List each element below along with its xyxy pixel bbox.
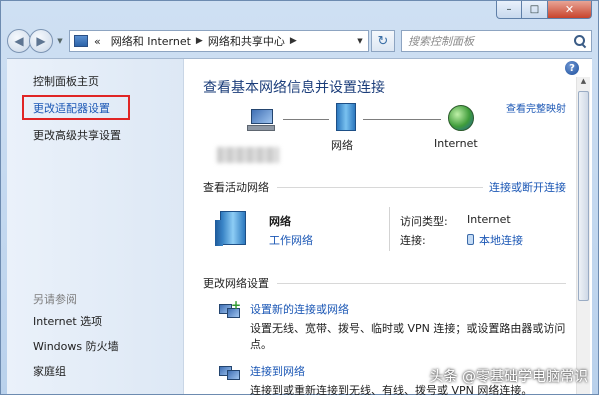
address-bar[interactable]: « 网络和 Internet ▶ 网络和共享中心 ▶ ▼ (69, 30, 369, 52)
forward-arrow-icon: ▶ (36, 34, 46, 48)
task-new-connection: + 设置新的连接或网络 设置无线、宽带、拨号、临时或 VPN 连接；或设置路由器… (203, 298, 566, 353)
search-input[interactable]: 搜索控制面板 (401, 30, 592, 52)
see-also-list: Internet 选项 Windows 防火墙 家庭组 (33, 313, 119, 388)
search-placeholder: 搜索控制面板 (408, 35, 474, 48)
sidebar: 控制面板主页 更改适配器设置 更改高级共享设置 另请参阅 Internet 选项… (7, 59, 184, 394)
search-icon[interactable] (574, 35, 586, 47)
caption-buttons: – □ ✕ (496, 1, 592, 19)
local-connection-icon (467, 234, 474, 245)
address-overflow[interactable]: « (94, 35, 101, 48)
forward-button[interactable]: ▶ (29, 29, 53, 53)
maximize-button[interactable]: □ (522, 1, 548, 19)
main-panel: ? ▲ 查看基本网络信息并设置连接 查看完整映射 网络 Internet 查看活… (184, 59, 592, 395)
recent-pages-dropdown[interactable]: ▼ (55, 37, 65, 45)
local-connection-link[interactable]: 本地连接 (479, 234, 523, 247)
active-networks-header: 查看活动网络 连接或断开连接 (203, 179, 566, 195)
page-title: 查看基本网络信息并设置连接 (203, 80, 385, 96)
connections-label: 连接: (400, 234, 426, 247)
connect-network-icon (219, 363, 241, 381)
scroll-thumb[interactable] (578, 91, 589, 301)
back-arrow-icon: ◀ (14, 34, 24, 48)
back-button[interactable]: ◀ (7, 29, 31, 53)
address-dropdown-button[interactable]: ▼ (352, 31, 368, 51)
new-connection-link[interactable]: 设置新的连接或网络 (250, 301, 566, 317)
change-settings-header: 更改网络设置 (203, 275, 566, 291)
scroll-up-icon[interactable]: ▲ (577, 77, 590, 90)
watermark: 头条 @零基础学电脑常识 (429, 369, 588, 385)
breadcrumb-sharing-center[interactable]: 网络和共享中心 (208, 33, 285, 49)
breadcrumb-separator-icon[interactable]: ▶ (290, 36, 297, 46)
refresh-button[interactable]: ↻ (371, 30, 395, 52)
computer-name-blurred (217, 147, 279, 163)
refresh-icon: ↻ (377, 33, 389, 49)
vertical-scrollbar[interactable]: ▲ (576, 77, 590, 394)
computer-icon (247, 109, 275, 131)
minimize-button[interactable]: – (496, 1, 522, 19)
sidebar-item-advanced-sharing[interactable]: 更改高级共享设置 (33, 127, 183, 143)
sidebar-item-internet-options[interactable]: Internet 选项 (33, 313, 119, 329)
access-type-value: Internet (467, 213, 511, 226)
breadcrumb-network-internet[interactable]: 网络和 Internet (111, 33, 191, 49)
sidebar-item-windows-firewall[interactable]: Windows 防火墙 (33, 338, 119, 354)
window-frame: – □ ✕ ◀ ▶ ▼ « 网络和 Internet ▶ 网络和共享中心 ▶ ▼… (0, 0, 599, 395)
close-button[interactable]: ✕ (548, 1, 592, 19)
new-connection-icon: + (219, 298, 241, 319)
navigation-bar: ◀ ▶ ▼ « 网络和 Internet ▶ 网络和共享中心 ▶ ▼ ↻ 搜索控… (7, 26, 592, 56)
connections-value[interactable]: 本地连接 (467, 232, 523, 248)
control-panel-icon (74, 35, 88, 47)
network-bench-icon (215, 211, 246, 246)
highlight-box (22, 95, 130, 120)
network-map: 网络 Internet (203, 103, 566, 171)
help-icon[interactable]: ? (565, 61, 579, 75)
link-line (363, 119, 441, 120)
active-network: 网络 工作网络 访问类型: Internet 连接: 本地连接 (203, 195, 566, 275)
network-name: 网络 (269, 215, 291, 228)
see-also-heading: 另请参阅 (33, 293, 77, 306)
sidebar-item-homegroup[interactable]: 家庭组 (33, 363, 119, 379)
active-networks-heading: 查看活动网络 (203, 181, 269, 194)
network-icon (336, 103, 356, 131)
network-node-label: 网络 (331, 139, 353, 152)
sidebar-item-control-panel-home[interactable]: 控制面板主页 (33, 73, 183, 89)
link-line (283, 119, 329, 120)
access-type-label: 访问类型: (400, 215, 448, 228)
internet-node-label: Internet (434, 137, 478, 150)
change-settings-heading: 更改网络设置 (203, 277, 269, 290)
content-area: 控制面板主页 更改适配器设置 更改高级共享设置 另请参阅 Internet 选项… (7, 58, 592, 395)
task-description: 设置无线、宽带、拨号、临时或 VPN 连接；或设置路由器或访问点。 (250, 322, 566, 351)
breadcrumb-separator-icon[interactable]: ▶ (196, 36, 203, 46)
network-type-link[interactable]: 工作网络 (269, 232, 313, 248)
globe-icon (448, 105, 474, 131)
connect-disconnect-link[interactable]: 连接或断开连接 (489, 179, 566, 195)
